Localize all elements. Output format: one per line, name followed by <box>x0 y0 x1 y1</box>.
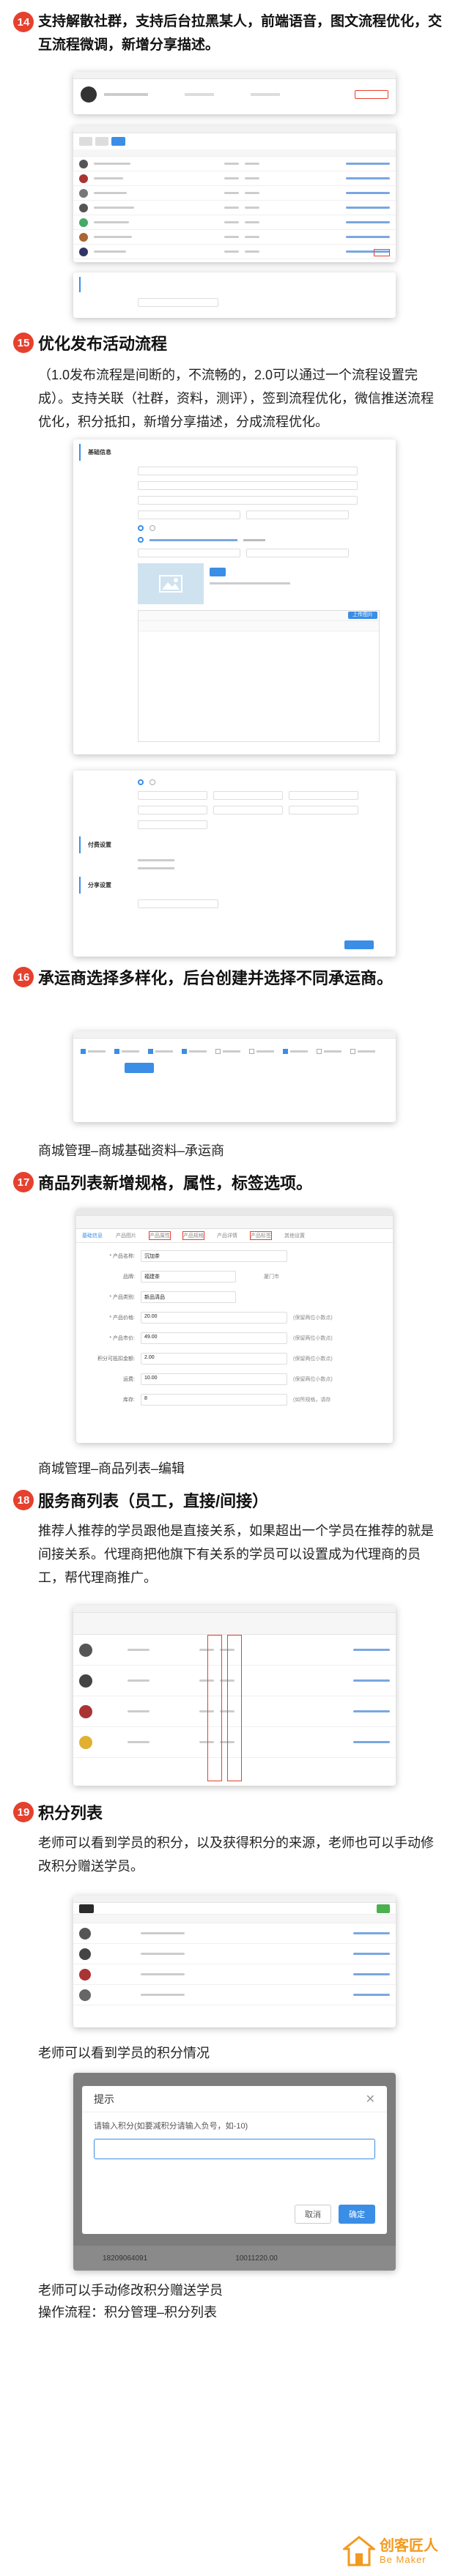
section-number-badge: 19 <box>13 1802 34 1822</box>
field-label: 运费: <box>123 1377 135 1382</box>
section-caption: 商城管理–商城基础资料–承运商 <box>38 1143 225 1158</box>
stock-input[interactable]: 8 <box>141 1394 287 1406</box>
field-hint: (如所规格，请存 <box>293 1398 331 1403</box>
save-button[interactable] <box>125 1063 154 1073</box>
screenshot-activity-form: 基础信息 上传图片 <box>73 439 396 754</box>
freight-input[interactable]: 10.00 <box>141 1373 287 1385</box>
prompt-dialog: 提示 ✕ 请输入积分(如要减积分请输入负号，如-10) 取消 确定 <box>82 2086 387 2234</box>
confirm-button[interactable]: 确定 <box>339 2205 375 2224</box>
section-16-header: 16 承运商选择多样化，后台创建并选择不同承运商。 <box>0 965 469 992</box>
points-deduct-input[interactable]: 2.00 <box>141 1353 287 1365</box>
logo-text-cn: 创客匠人 <box>380 2537 438 2554</box>
section-description: 老师可以看到学员的积分，以及获得积分的来源，老师也可以手动修改积分赠送学员。 <box>38 1836 434 1874</box>
house-logo-icon <box>343 2536 375 2566</box>
cover-image-placeholder[interactable] <box>138 563 204 604</box>
field-label: * 产品市价: <box>109 1336 135 1341</box>
upload-image-button[interactable]: 上传图片 <box>348 612 377 619</box>
screenshot-community-header <box>73 72 396 114</box>
table-cell: 10011220.00 <box>235 2254 278 2263</box>
tab-tags[interactable]: 产品标签 <box>250 1231 272 1240</box>
final-caption-2: 操作流程：积分管理–积分列表 <box>38 2305 218 2320</box>
form-section-title: 基础信息 <box>79 444 396 461</box>
section-number-badge: 15 <box>13 333 34 353</box>
final-caption-1: 老师可以手动修改积分赠送学员 <box>38 2283 223 2298</box>
dialog-message: 请输入积分(如要减积分请输入负号，如-10) <box>94 2122 248 2131</box>
section-17-header: 17 商品列表新增规格，属性，标签选项。 <box>0 1170 469 1197</box>
section-number-badge: 14 <box>13 12 34 32</box>
screenshot-carrier-setting <box>73 1031 396 1122</box>
brand-logo: 创客匠人 Be Maker <box>343 2531 460 2571</box>
field-hint: (保留两位小数点) <box>293 1315 333 1321</box>
section-title: 支持解散社群，支持后台拉黑某人，前端语音，图文流程优化，交互流程微调，新增分享描… <box>38 14 443 53</box>
section-description: （1.0发布流程是间断的，不流畅的，2.0可以通过一个流程设置完成）。支持关联（… <box>38 368 434 429</box>
rich-text-editor[interactable]: 上传图片 <box>138 610 380 742</box>
section-15: 15 优化发布活动流程 （1.0发布流程是间断的，不流畅的，2.0可以通过一个流… <box>0 331 469 434</box>
origin-value: 厦门市 <box>264 1274 279 1280</box>
section-number-badge: 17 <box>13 1172 34 1192</box>
page: 14 支持解散社群，支持后台拉黑某人，前端语音，图文流程优化，交互流程微调，新增… <box>0 0 469 2576</box>
image-icon <box>159 575 182 593</box>
section-19: 19 积分列表 老师可以看到学员的积分，以及获得积分的来源，老师也可以手动修改积… <box>0 1800 469 1878</box>
points-input[interactable] <box>94 2139 375 2159</box>
tab-specs[interactable]: 产品规格 <box>182 1231 204 1240</box>
field-label: 品牌: <box>123 1274 135 1280</box>
screenshot-activity-pay-setting: 付费设置 分享设置 <box>73 771 396 957</box>
section-number-badge: 16 <box>13 967 34 987</box>
screenshot-member-list <box>73 126 396 262</box>
tab-detail[interactable]: 产品详情 <box>217 1232 237 1239</box>
logo-text-en: Be Maker <box>380 2553 426 2565</box>
field-label: 积分可抵扣金额: <box>97 1356 135 1362</box>
field-label: * 产品名称: <box>109 1254 135 1259</box>
tab-basic[interactable]: 基础信息 <box>82 1232 103 1239</box>
market-price-input[interactable]: 49.00 <box>141 1332 287 1344</box>
tab-other[interactable]: 其他设置 <box>284 1232 305 1239</box>
screenshot-share-setting <box>73 272 396 318</box>
dialog-title: 提示 <box>94 2093 114 2105</box>
field-label: 库存: <box>123 1398 135 1403</box>
form-section-title: 分享设置 <box>79 877 396 894</box>
category-select[interactable]: 新品清品 <box>141 1291 236 1303</box>
section-caption: 老师可以看到学员的积分情况 <box>38 2046 210 2060</box>
field-hint: (保留两位小数点) <box>293 1356 333 1362</box>
field-hint: (保留两位小数点) <box>293 1336 333 1341</box>
form-section-title: 付费设置 <box>79 836 396 853</box>
screenshot-product-edit: 基础信息 产品图片 产品属性 产品规格 产品详情 产品标签 其他设置 * 产品名… <box>76 1209 393 1443</box>
save-button[interactable] <box>344 940 374 949</box>
cancel-button[interactable]: 取消 <box>295 2205 331 2224</box>
screenshot-agent-list <box>73 1606 396 1786</box>
close-icon[interactable]: ✕ <box>366 2092 375 2107</box>
screenshot-points-list <box>73 1896 396 2027</box>
upload-image-button[interactable] <box>210 568 226 576</box>
brand-select[interactable]: 福建茶 <box>141 1271 236 1283</box>
field-hint: (保留两位小数点) <box>293 1377 333 1382</box>
screenshot-points-dialog: 提示 ✕ 请输入积分(如要减积分请输入负号，如-10) 取消 确定 182090… <box>73 2073 396 2271</box>
tab-attributes[interactable]: 产品属性 <box>149 1231 171 1240</box>
section-title: 积分列表 <box>38 1804 103 1822</box>
product-name-input[interactable]: 沉加茶 <box>141 1250 287 1262</box>
tab-images[interactable]: 产品图片 <box>116 1232 136 1239</box>
section-title: 承运商选择多样化，后台创建并选择不同承运商。 <box>38 969 394 987</box>
section-caption: 商城管理–商品列表–编辑 <box>38 1461 185 1476</box>
section-description: 推荐人推荐的学员跟他是直接关系，如果超出一个学员在推荐的就是间接关系。代理商把他… <box>38 1523 434 1585</box>
product-tabs: 基础信息 产品图片 产品属性 产品规格 产品详情 产品标签 其他设置 <box>76 1229 393 1243</box>
section-number-badge: 18 <box>13 1490 34 1510</box>
table-cell: 18209064091 <box>103 2254 148 2263</box>
field-label: * 产品类别: <box>109 1295 135 1300</box>
field-label: * 产品价格: <box>109 1315 135 1321</box>
section-14-header: 14 支持解散社群，支持后台拉黑某人，前端语音，图文流程优化，交互流程微调，新增… <box>0 10 469 57</box>
section-title: 服务商列表（员工，直接/间接） <box>38 1492 269 1510</box>
price-input[interactable]: 20.00 <box>141 1312 287 1324</box>
section-18: 18 服务商列表（员工，直接/间接） 推荐人推荐的学员跟他是直接关系，如果超出一… <box>0 1488 469 1589</box>
section-title: 商品列表新增规格，属性，标签选项。 <box>38 1174 313 1192</box>
section-title: 优化发布活动流程 <box>38 335 168 353</box>
